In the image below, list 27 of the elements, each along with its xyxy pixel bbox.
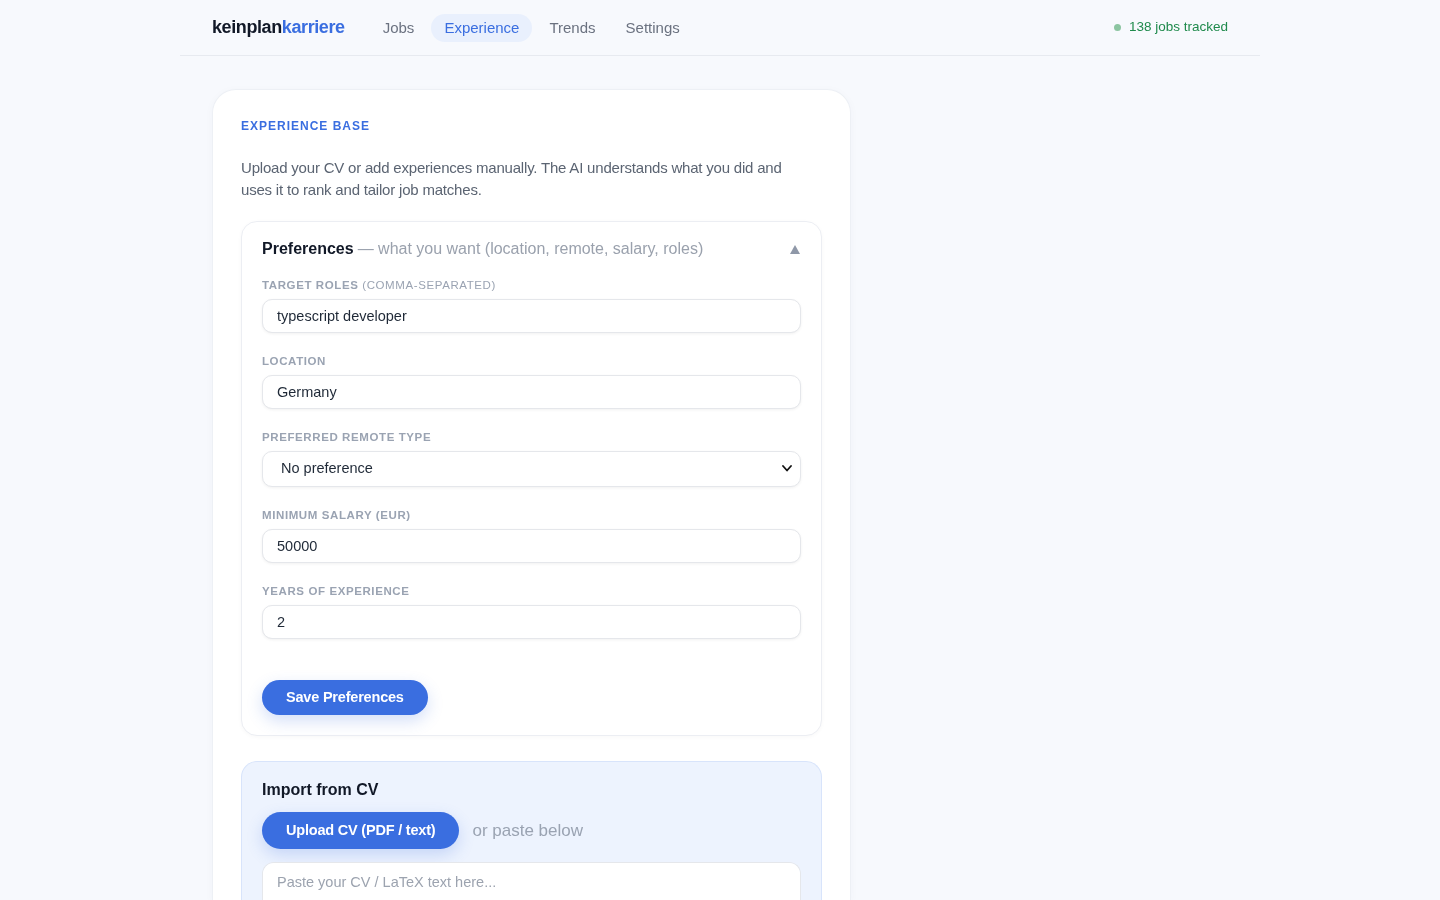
chevron-down-icon [782,465,792,472]
field-label: YEARS OF EXPERIENCE [262,584,411,598]
field-label: PREFERRED REMOTE TYPE [262,430,433,444]
upload-cv-button[interactable]: Upload CV (PDF / text) [262,812,460,849]
input-field[interactable]: 50000 [262,529,801,563]
intro-text: Upload your CV or add experiences manually. The AI understands what you did and uses it to rank and tailor job matches. [241,158,783,200]
collapse-icon[interactable] [790,244,800,254]
preferences-title: Preferences [262,239,354,259]
status-text: 138 jobs tracked [1128,18,1228,37]
select-field[interactable]: No preference [262,451,801,487]
cv-text-field[interactable]: Paste your CV / LaTeX text here... [262,862,801,900]
import-title: Import from CV [262,780,380,800]
input-field[interactable]: 2 [262,605,801,639]
field-label: LOCATION [262,354,327,368]
nav-link[interactable]: Jobs [369,13,428,42]
section-eyebrow: EXPERIENCE BASE [241,118,372,134]
input-field[interactable]: typescript developer [262,299,801,333]
brand-logo[interactable]: keinplankarriere [212,14,345,41]
preferences-subtitle: — what you want (location, remote, salary, roles) [357,239,704,259]
nav-link[interactable]: Experience [431,13,533,42]
nav-link[interactable]: Settings [612,13,693,42]
nav-link[interactable]: Trends [536,13,609,42]
field-label: TARGET ROLES (COMMA-SEPARATED) [262,278,497,292]
input-field[interactable]: Germany [262,375,801,409]
field-label: MINIMUM SALARY (EUR) [262,508,412,522]
save-preferences-button[interactable]: Save Preferences [262,680,428,715]
hint-text: or paste below [472,819,584,842]
